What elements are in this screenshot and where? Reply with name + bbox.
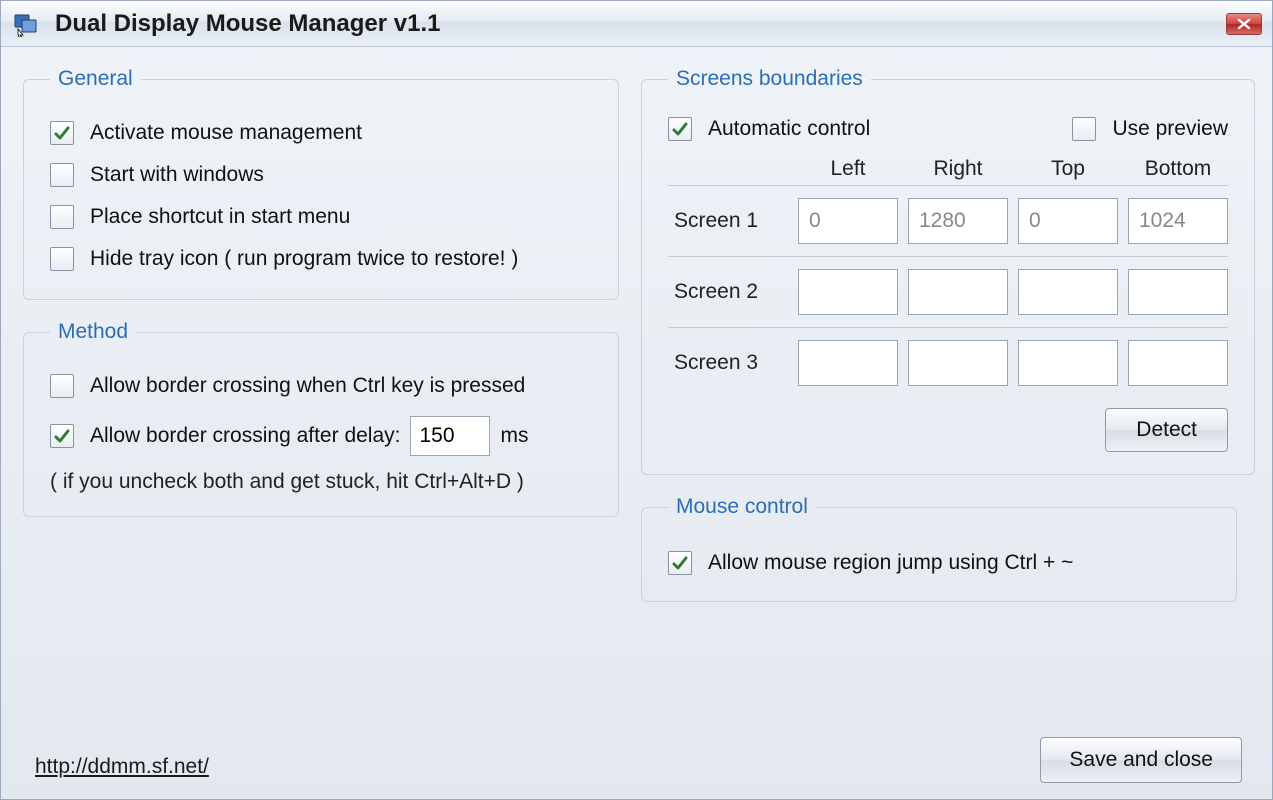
- screen-row-1: Screen 1: [668, 185, 1228, 256]
- group-mouse-control-legend: Mouse control: [668, 495, 816, 519]
- delay-input[interactable]: [410, 416, 490, 456]
- screen-2-bottom[interactable]: [1128, 269, 1228, 315]
- header-right: Right: [908, 157, 1008, 181]
- group-method-legend: Method: [50, 320, 136, 344]
- screen-3-bottom[interactable]: [1128, 340, 1228, 386]
- screen-3-top[interactable]: [1018, 340, 1118, 386]
- screen-row-3: Screen 3: [668, 327, 1228, 398]
- screen-3-label: Screen 3: [668, 351, 788, 375]
- label-use-preview: Use preview: [1112, 117, 1228, 141]
- app-window: Dual Display Mouse Manager v1.1 General …: [0, 0, 1273, 800]
- group-bounds-legend: Screens boundaries: [668, 67, 871, 91]
- screen-2-label: Screen 2: [668, 280, 788, 304]
- bounds-headers: Left Right Top Bottom: [668, 157, 1228, 181]
- screen-2-left[interactable]: [798, 269, 898, 315]
- screen-1-top[interactable]: [1018, 198, 1118, 244]
- header-left: Left: [798, 157, 898, 181]
- app-icon: [13, 11, 39, 37]
- header-bottom: Bottom: [1128, 157, 1228, 181]
- label-region-jump: Allow mouse region jump using Ctrl + ~: [708, 551, 1073, 575]
- close-button[interactable]: [1226, 13, 1262, 35]
- titlebar: Dual Display Mouse Manager v1.1: [1, 1, 1272, 47]
- label-start-menu-shortcut: Place shortcut in start menu: [90, 205, 350, 229]
- label-auto-control: Automatic control: [708, 117, 870, 141]
- group-method: Method Allow border crossing when Ctrl k…: [23, 320, 619, 517]
- checkbox-hide-tray[interactable]: [50, 247, 74, 271]
- label-delay-suffix: ms: [500, 424, 528, 448]
- checkbox-start-menu-shortcut[interactable]: [50, 205, 74, 229]
- checkbox-auto-control[interactable]: [668, 117, 692, 141]
- screen-3-left[interactable]: [798, 340, 898, 386]
- detect-button[interactable]: Detect: [1105, 408, 1228, 452]
- checkbox-ctrl-crossing[interactable]: [50, 374, 74, 398]
- label-activate: Activate mouse management: [90, 121, 362, 145]
- window-title: Dual Display Mouse Manager v1.1: [55, 10, 1226, 38]
- save-and-close-button[interactable]: Save and close: [1040, 737, 1242, 783]
- label-start-with-windows: Start with windows: [90, 163, 264, 187]
- label-delay-prefix: Allow border crossing after delay:: [90, 424, 400, 448]
- screen-row-2: Screen 2: [668, 256, 1228, 327]
- screen-3-right[interactable]: [908, 340, 1008, 386]
- screen-1-right[interactable]: [908, 198, 1008, 244]
- screen-1-bottom[interactable]: [1128, 198, 1228, 244]
- label-ctrl-crossing: Allow border crossing when Ctrl key is p…: [90, 374, 525, 398]
- checkbox-delay-crossing[interactable]: [50, 424, 74, 448]
- checkbox-use-preview[interactable]: [1072, 117, 1096, 141]
- screen-2-top[interactable]: [1018, 269, 1118, 315]
- method-hint: ( if you uncheck both and get stuck, hit…: [50, 470, 592, 494]
- screen-1-label: Screen 1: [668, 209, 788, 233]
- screen-2-right[interactable]: [908, 269, 1008, 315]
- screen-1-left[interactable]: [798, 198, 898, 244]
- header-top: Top: [1018, 157, 1118, 181]
- label-hide-tray: Hide tray icon ( run program twice to re…: [90, 247, 518, 271]
- footer: http://ddmm.sf.net/: [35, 755, 209, 779]
- group-mouse-control: Mouse control Allow mouse region jump us…: [641, 495, 1237, 602]
- checkbox-region-jump[interactable]: [668, 551, 692, 575]
- checkbox-start-with-windows[interactable]: [50, 163, 74, 187]
- group-general: General Activate mouse management Start …: [23, 67, 619, 300]
- group-general-legend: General: [50, 67, 141, 91]
- checkbox-activate[interactable]: [50, 121, 74, 145]
- project-link[interactable]: http://ddmm.sf.net/: [35, 755, 209, 778]
- close-icon: [1237, 18, 1251, 30]
- client-area: General Activate mouse management Start …: [1, 47, 1272, 799]
- group-bounds: Screens boundaries Automatic control: [641, 67, 1255, 475]
